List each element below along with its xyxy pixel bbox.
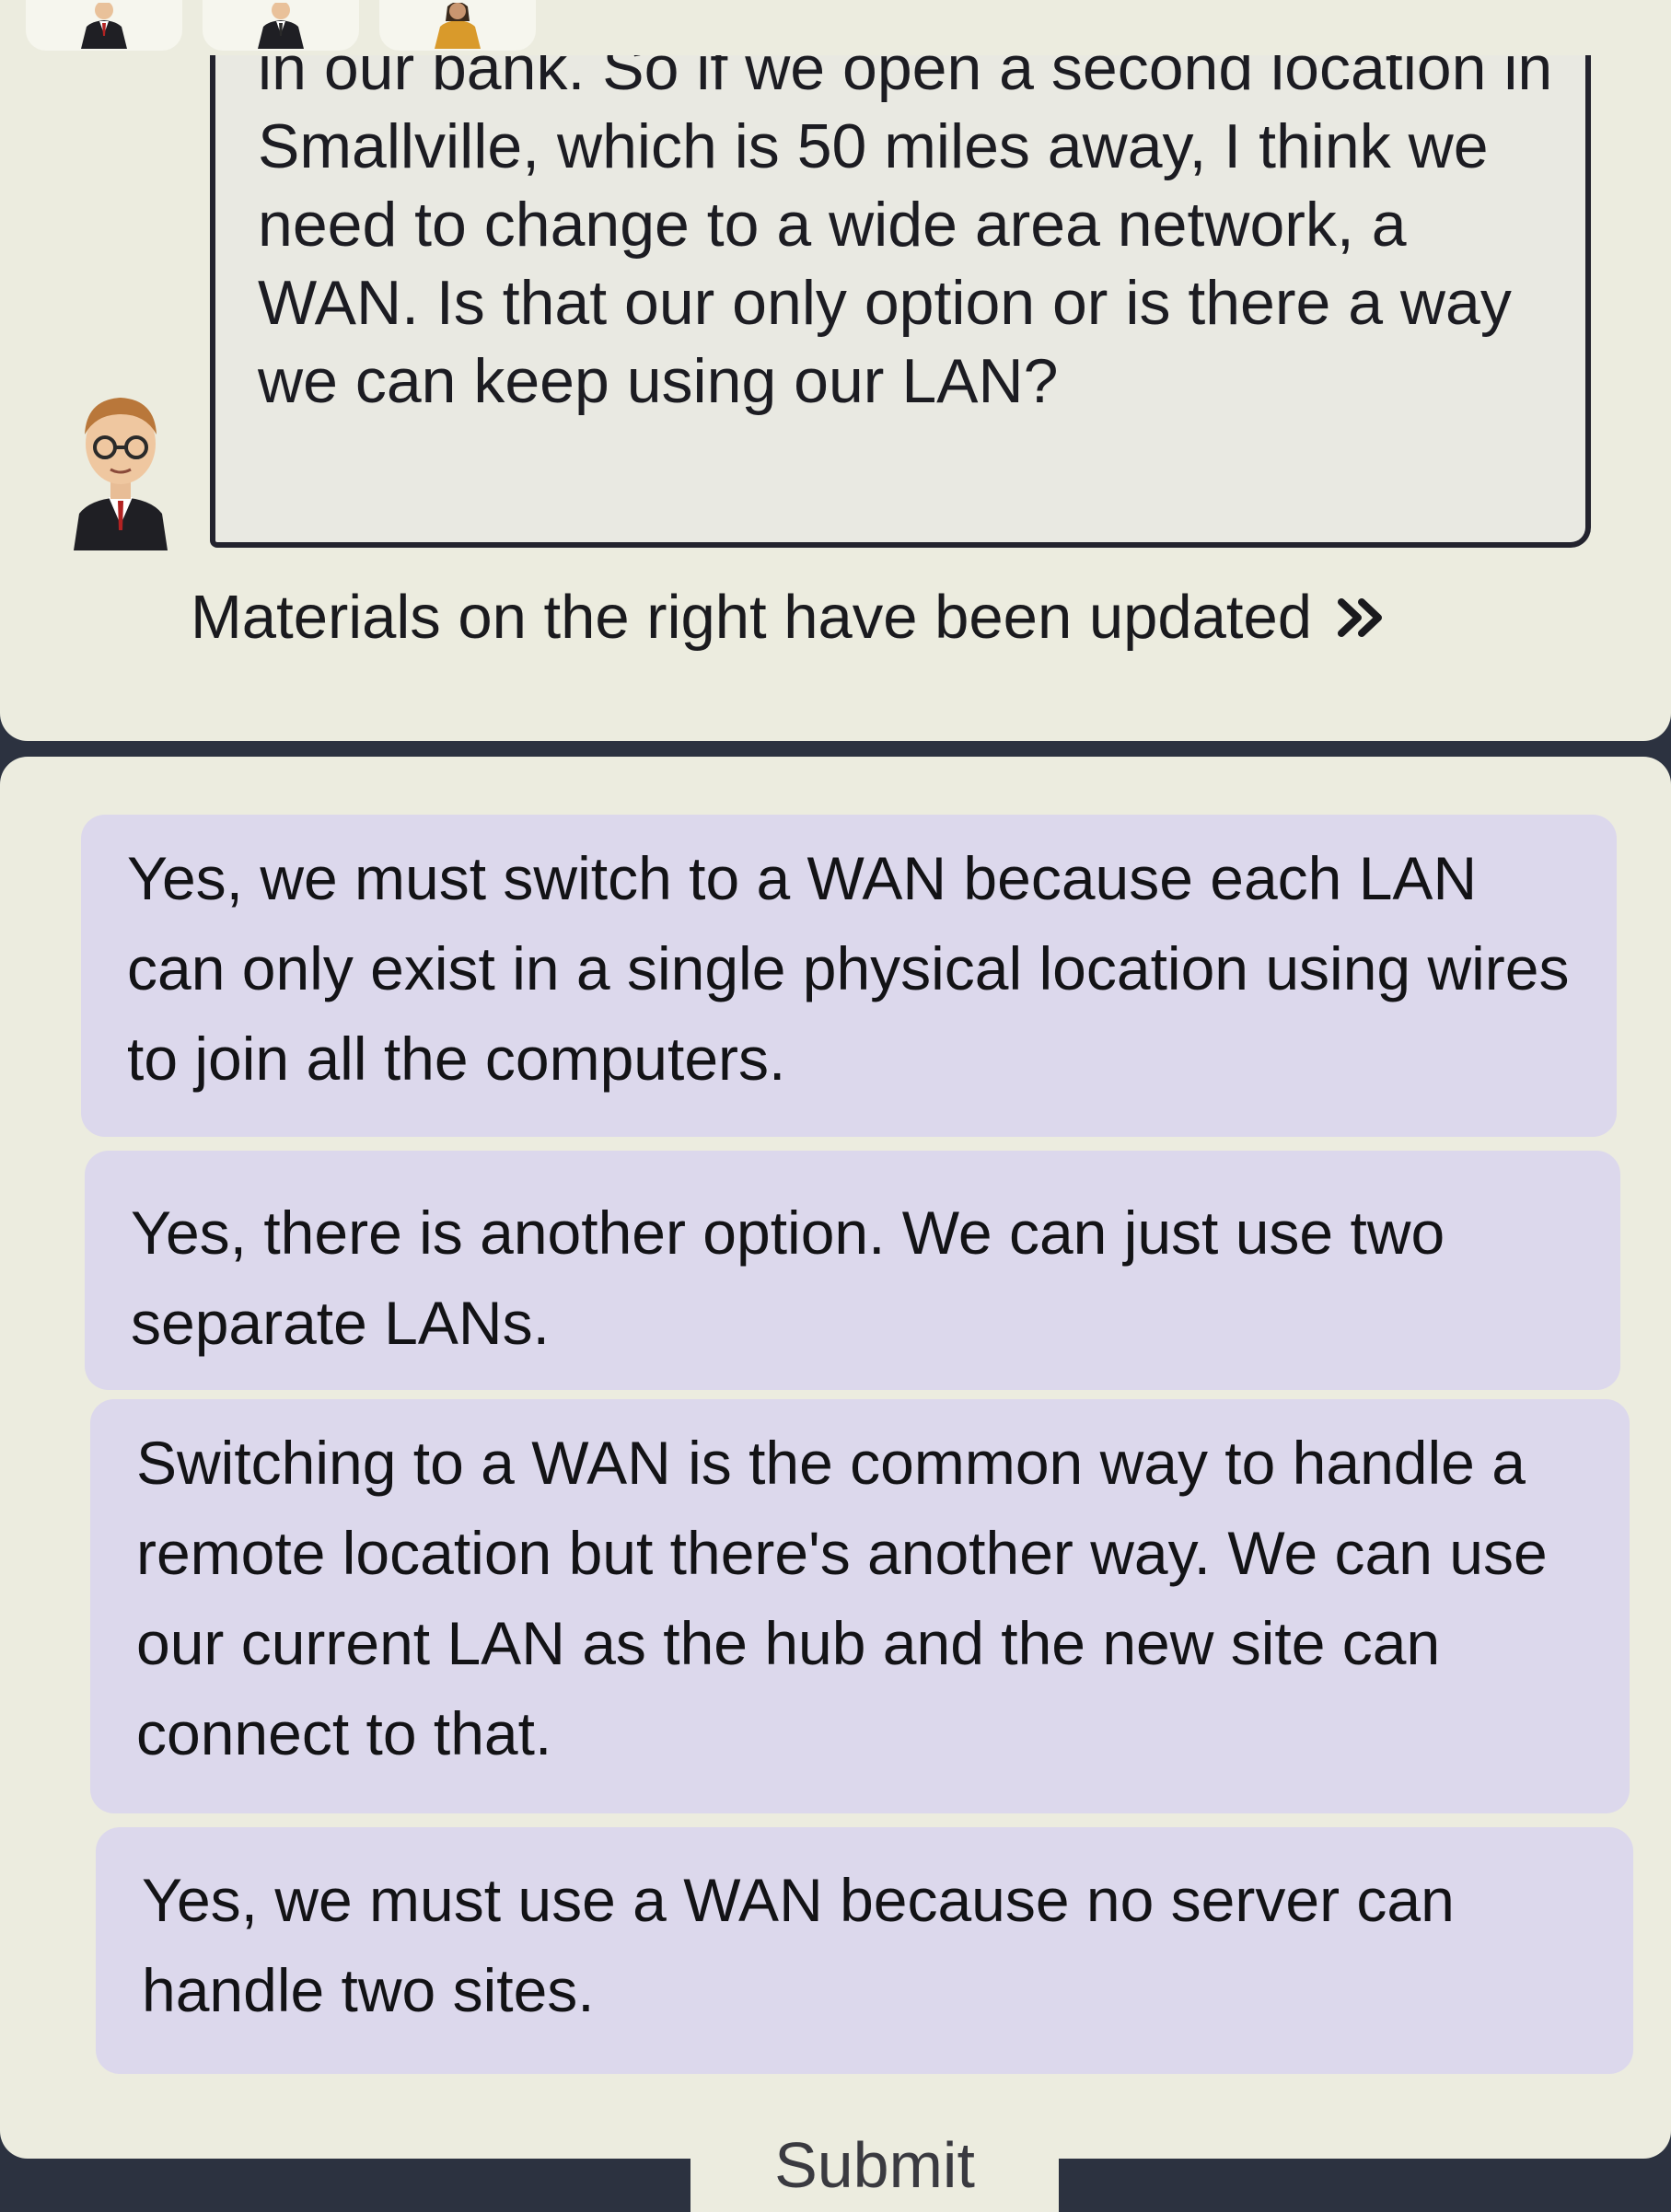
character-tab[interactable]	[203, 0, 359, 51]
answer-option-2[interactable]: Yes, there is another option. We can jus…	[85, 1151, 1620, 1390]
answer-option-3[interactable]: Switching to a WAN is the common way to …	[90, 1399, 1630, 1813]
answer-option-label: Yes, there is another option. We can jus…	[131, 1199, 1445, 1357]
character-tab[interactable]	[26, 0, 182, 51]
materials-note-text: Materials on the right have been updated	[191, 583, 1313, 652]
man-with-glasses-avatar-icon	[74, 398, 168, 550]
character-tab[interactable]	[379, 0, 536, 51]
speech-bubble: in our bank. So if we open a second loca…	[210, 55, 1591, 548]
answer-option-1[interactable]: Yes, we must switch to a WAN because eac…	[81, 815, 1617, 1137]
double-chevron-right-icon	[1338, 597, 1383, 637]
answer-option-4[interactable]: Yes, we must use a WAN because no server…	[96, 1827, 1633, 2074]
speech-message: in our bank. So if we open a second loca…	[258, 55, 1553, 416]
businessman-avatar-icon	[258, 2, 304, 49]
answer-option-label: Yes, we must use a WAN because no server…	[142, 1866, 1455, 2024]
conversation-panel: in our bank. So if we open a second loca…	[0, 0, 1671, 741]
businessman-avatar-icon	[81, 2, 127, 49]
submit-button[interactable]: Submit	[690, 2117, 1059, 2212]
character-tabs	[26, 0, 536, 51]
answer-option-label: Switching to a WAN is the common way to …	[136, 1429, 1548, 1767]
answer-option-label: Yes, we must switch to a WAN because eac…	[127, 844, 1570, 1093]
materials-updated-link[interactable]: Materials on the right have been updated	[191, 582, 1387, 653]
businesswoman-avatar-icon	[435, 2, 481, 49]
